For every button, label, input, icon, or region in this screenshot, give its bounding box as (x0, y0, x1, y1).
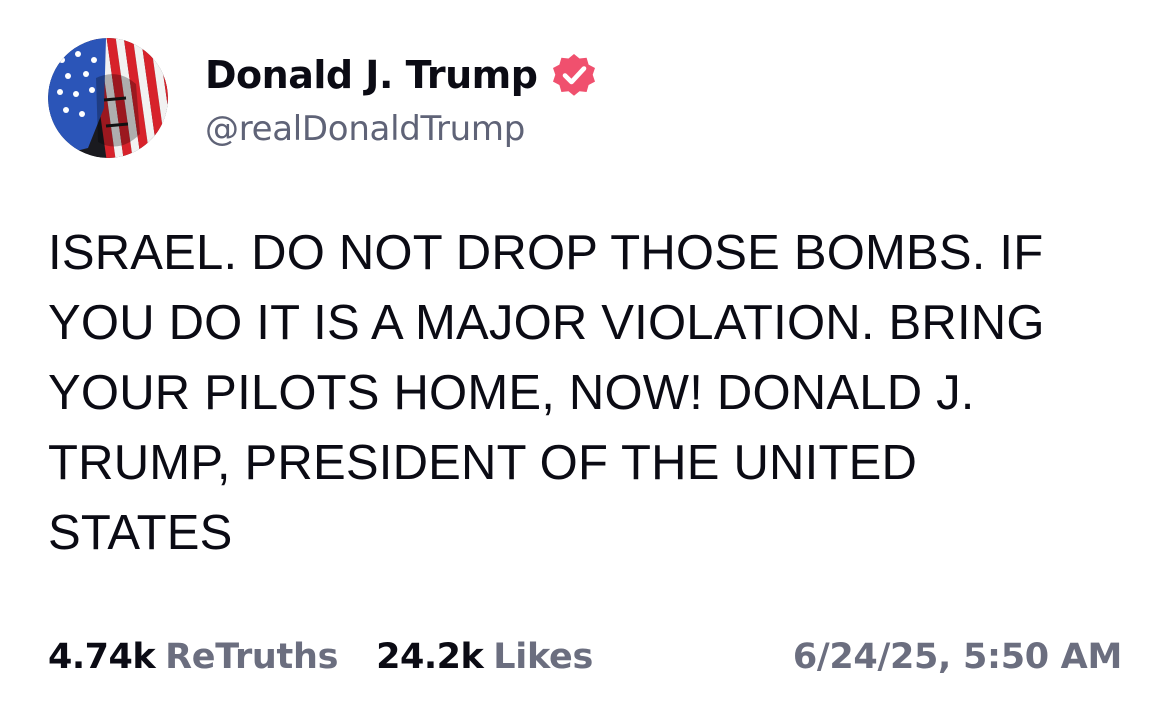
likes-label: Likes (493, 637, 593, 677)
post-stats: 4.74k ReTruths 24.2k Likes 6/24/25, 5:50… (48, 632, 1122, 682)
avatar-image (48, 38, 168, 158)
retruths-count: 4.74k (48, 637, 156, 677)
author-identity: Donald J. Trump @realDonaldTrump (205, 47, 599, 149)
author-name[interactable]: Donald J. Trump (205, 53, 538, 97)
post-timestamp: 6/24/25, 5:50 AM (792, 637, 1122, 677)
retruths-stat[interactable]: 4.74k ReTruths (48, 637, 338, 677)
verified-badge-icon (553, 54, 596, 96)
likes-stat[interactable]: 24.2k Likes (376, 637, 593, 677)
author-handle[interactable]: @realDonaldTrump (205, 109, 599, 149)
avatar[interactable] (48, 38, 168, 158)
post-body: ISRAEL. DO NOT DROP THOSE BOMBS. IF YOU … (48, 226, 1045, 560)
likes-count: 24.2k (376, 637, 484, 677)
truth-post: Donald J. Trump @realDonaldTrump ISRAEL.… (0, 0, 1170, 715)
name-row: Donald J. Trump (205, 47, 599, 103)
retruths-label: ReTruths (165, 637, 339, 677)
post-header: Donald J. Trump @realDonaldTrump (48, 38, 599, 158)
